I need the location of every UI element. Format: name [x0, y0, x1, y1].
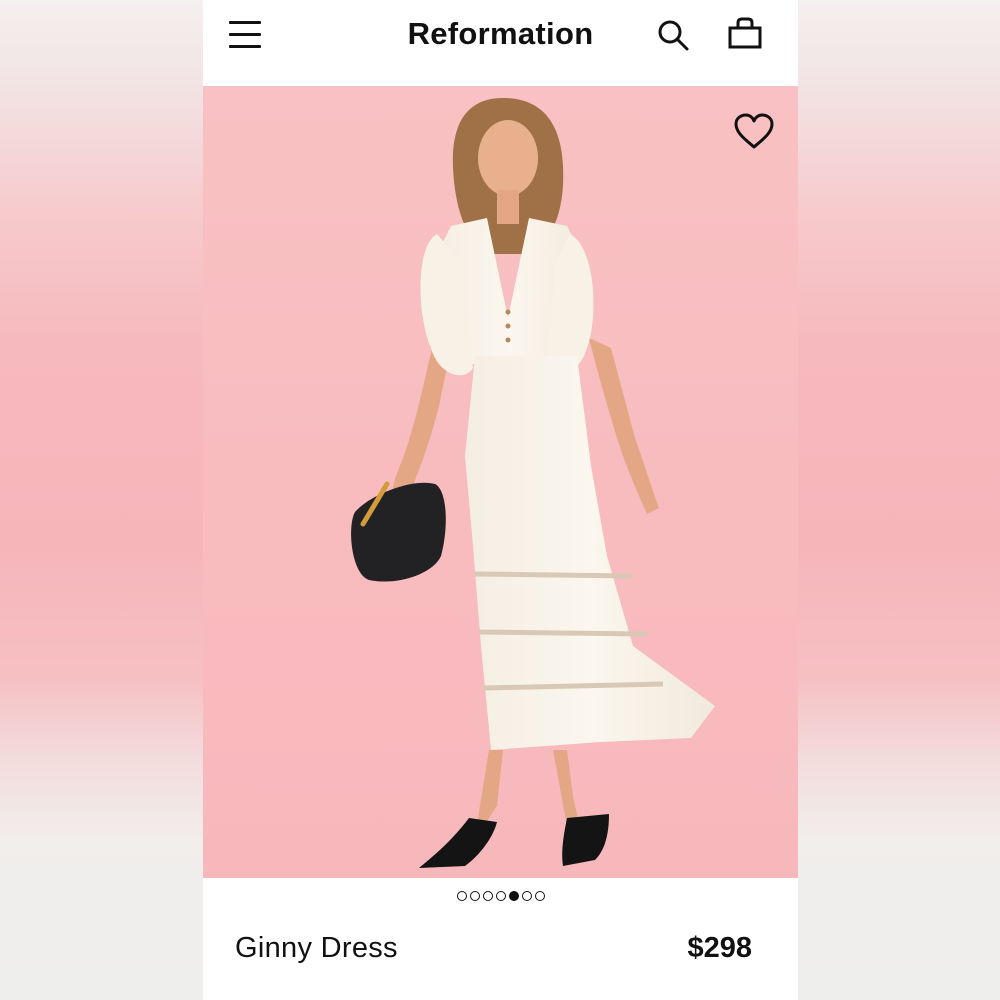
- model-photo: [351, 98, 715, 868]
- background-right: [797, 0, 1000, 1000]
- carousel-dot[interactable]: [495, 891, 506, 901]
- image-carousel-indicator: [203, 891, 798, 901]
- product-name: Ginny Dress: [235, 932, 398, 964]
- carousel-dot[interactable]: [534, 891, 545, 901]
- hamburger-menu-icon[interactable]: [229, 18, 263, 52]
- carousel-dot[interactable]: [456, 891, 467, 901]
- shopping-bag-icon[interactable]: [727, 16, 763, 52]
- heart-outline-icon[interactable]: [732, 112, 776, 152]
- carousel-dot[interactable]: [508, 891, 519, 901]
- product-price: $298: [687, 932, 752, 964]
- search-icon[interactable]: [656, 18, 692, 54]
- carousel-dot[interactable]: [521, 891, 532, 901]
- background-left: [0, 0, 203, 1000]
- product-image[interactable]: [203, 86, 798, 878]
- app-screen: Reformation Ginny Dress $298: [203, 0, 798, 1000]
- top-nav-bar: Reformation: [203, 0, 798, 86]
- brand-logo: Reformation: [407, 16, 594, 51]
- carousel-dot[interactable]: [469, 891, 480, 901]
- carousel-dot[interactable]: [482, 891, 493, 901]
